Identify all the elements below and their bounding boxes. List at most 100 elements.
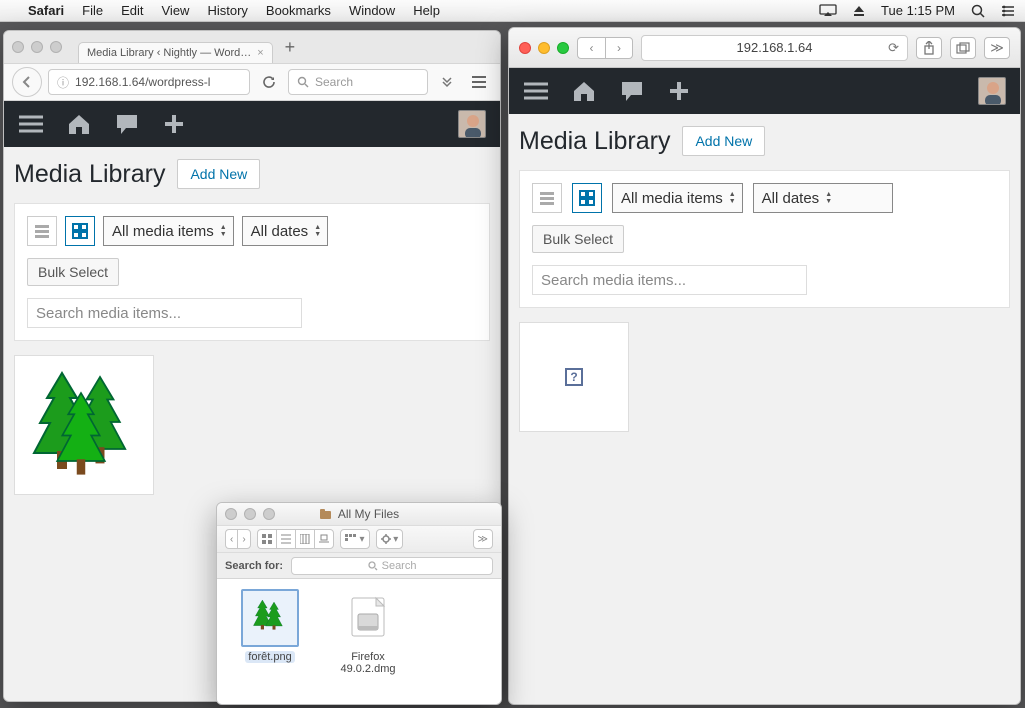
finder-window: All My Files ‹ › ▾ ▾ ≫ <box>216 502 502 705</box>
hamburger-menu-button[interactable] <box>466 69 492 95</box>
url-text: 192.168.1.64/wordpress-l <box>75 75 210 89</box>
list-view-button[interactable] <box>532 183 562 213</box>
comments-icon[interactable] <box>114 112 140 136</box>
media-thumbnail[interactable] <box>14 355 154 495</box>
media-toolbar: All media items ▲▼ All dates ▲▼ Bulk Sel… <box>519 170 1010 308</box>
menu-edit[interactable]: Edit <box>121 3 143 18</box>
share-button[interactable] <box>916 37 942 59</box>
forward-button[interactable]: › <box>237 529 250 549</box>
coverflow-view-button[interactable] <box>314 529 334 549</box>
menu-view[interactable]: View <box>162 3 190 18</box>
list-view-button[interactable] <box>276 529 295 549</box>
media-date-value: All dates <box>762 190 820 207</box>
bulk-select-button[interactable]: Bulk Select <box>532 225 624 253</box>
minimize-window-button[interactable] <box>31 41 43 53</box>
dropdown-caret-icon: ▲▼ <box>729 191 736 205</box>
menu-help[interactable]: Help <box>413 3 440 18</box>
back-button[interactable]: ‹ <box>577 37 605 59</box>
close-window-button[interactable] <box>225 508 237 520</box>
zoom-window-button[interactable] <box>50 41 62 53</box>
user-avatar[interactable] <box>978 77 1006 105</box>
overflow-button[interactable] <box>434 69 460 95</box>
finder-file-item[interactable]: forêt.png <box>235 589 305 694</box>
grid-view-button[interactable] <box>65 216 95 246</box>
back-button[interactable]: ‹ <box>225 529 237 549</box>
zoom-window-button[interactable] <box>557 42 569 54</box>
window-title: All My Files <box>338 507 399 521</box>
list-view-button[interactable] <box>27 216 57 246</box>
menu-toggle-icon[interactable] <box>523 81 549 101</box>
arrange-button[interactable]: ▾ <box>340 529 370 549</box>
tabs-button[interactable] <box>950 37 976 59</box>
finder-file-area[interactable]: forêt.png Firefox 49.0.2.dmg <box>217 579 501 704</box>
media-thumbnail-broken[interactable]: ? <box>519 322 629 432</box>
search-placeholder: Search media items... <box>36 305 181 322</box>
media-search-input[interactable]: Search media items... <box>27 298 302 328</box>
site-info-icon[interactable]: ⓘ <box>57 74 69 91</box>
dropdown-caret-icon: ▲▼ <box>220 224 227 238</box>
icon-view-button[interactable] <box>257 529 276 549</box>
search-placeholder: Search <box>382 560 417 572</box>
wp-admin-bar <box>4 101 500 147</box>
notification-center-icon[interactable] <box>1001 5 1015 17</box>
finder-file-item[interactable]: Firefox 49.0.2.dmg <box>333 589 403 694</box>
home-icon[interactable] <box>571 79 597 103</box>
safari-toolbar: ‹ › 192.168.1.64 ⟳ ≫ <box>509 28 1020 68</box>
address-bar[interactable]: 192.168.1.64 ⟳ <box>641 35 908 61</box>
back-button[interactable] <box>12 67 42 97</box>
file-name: forêt.png <box>245 651 294 663</box>
spotlight-icon[interactable] <box>971 4 985 18</box>
minimize-window-button[interactable] <box>244 508 256 520</box>
forward-button[interactable]: › <box>605 37 633 59</box>
media-search-input[interactable]: Search media items... <box>532 265 807 295</box>
menu-history[interactable]: History <box>207 3 247 18</box>
comments-icon[interactable] <box>619 79 645 103</box>
column-view-button[interactable] <box>295 529 314 549</box>
eject-icon[interactable] <box>853 5 865 17</box>
browser-tab[interactable]: Media Library ‹ Nightly — Word… × <box>78 42 273 63</box>
media-type-filter[interactable]: All media items ▲▼ <box>103 216 234 246</box>
search-placeholder: Search media items... <box>541 272 686 289</box>
grid-view-button[interactable] <box>572 183 602 213</box>
menu-toggle-icon[interactable] <box>18 114 44 134</box>
reload-button[interactable] <box>256 69 282 95</box>
finder-search-input[interactable]: Search <box>291 557 493 575</box>
media-date-filter[interactable]: All dates ▲▼ <box>242 216 328 246</box>
airplay-icon[interactable] <box>819 4 837 17</box>
reload-icon[interactable]: ⟳ <box>888 40 899 56</box>
menubar-clock[interactable]: Tue 1:15 PM <box>881 3 955 18</box>
zoom-window-button[interactable] <box>263 508 275 520</box>
toolbar-overflow-button[interactable]: ≫ <box>984 37 1010 59</box>
home-icon[interactable] <box>66 112 92 136</box>
new-content-icon[interactable] <box>162 112 186 136</box>
new-content-icon[interactable] <box>667 79 691 103</box>
url-bar[interactable]: ⓘ 192.168.1.64/wordpress-l <box>48 69 250 95</box>
view-mode-group <box>257 529 334 549</box>
menu-file[interactable]: File <box>82 3 103 18</box>
user-avatar[interactable] <box>458 110 486 138</box>
menu-window[interactable]: Window <box>349 3 395 18</box>
finder-search-bar: Search for: Search <box>217 553 501 579</box>
app-menu[interactable]: Safari <box>28 3 64 18</box>
new-tab-button[interactable]: + <box>279 37 302 58</box>
tree-image-icon <box>248 596 292 640</box>
media-type-filter[interactable]: All media items ▲▼ <box>612 183 743 213</box>
wp-admin-bar <box>509 68 1020 114</box>
minimize-window-button[interactable] <box>538 42 550 54</box>
safari-window: ‹ › 192.168.1.64 ⟳ ≫ <box>508 27 1021 705</box>
media-date-filter[interactable]: All dates ▲▼ <box>753 183 893 213</box>
bulk-select-button[interactable]: Bulk Select <box>27 258 119 286</box>
dropdown-caret-icon: ▲▼ <box>825 191 832 205</box>
close-tab-icon[interactable]: × <box>257 47 263 59</box>
add-new-button[interactable]: Add New <box>177 159 260 189</box>
close-window-button[interactable] <box>12 41 24 53</box>
address-text: 192.168.1.64 <box>737 40 813 55</box>
close-window-button[interactable] <box>519 42 531 54</box>
action-button[interactable]: ▾ <box>376 529 404 549</box>
menu-bookmarks[interactable]: Bookmarks <box>266 3 331 18</box>
toolbar-overflow-button[interactable]: ≫ <box>473 529 493 549</box>
add-new-button[interactable]: Add New <box>682 126 765 156</box>
wp-content: Media Library Add New All media items ▲▼… <box>509 114 1020 704</box>
smart-folder-icon <box>319 508 332 520</box>
search-bar[interactable]: Search <box>288 69 428 95</box>
